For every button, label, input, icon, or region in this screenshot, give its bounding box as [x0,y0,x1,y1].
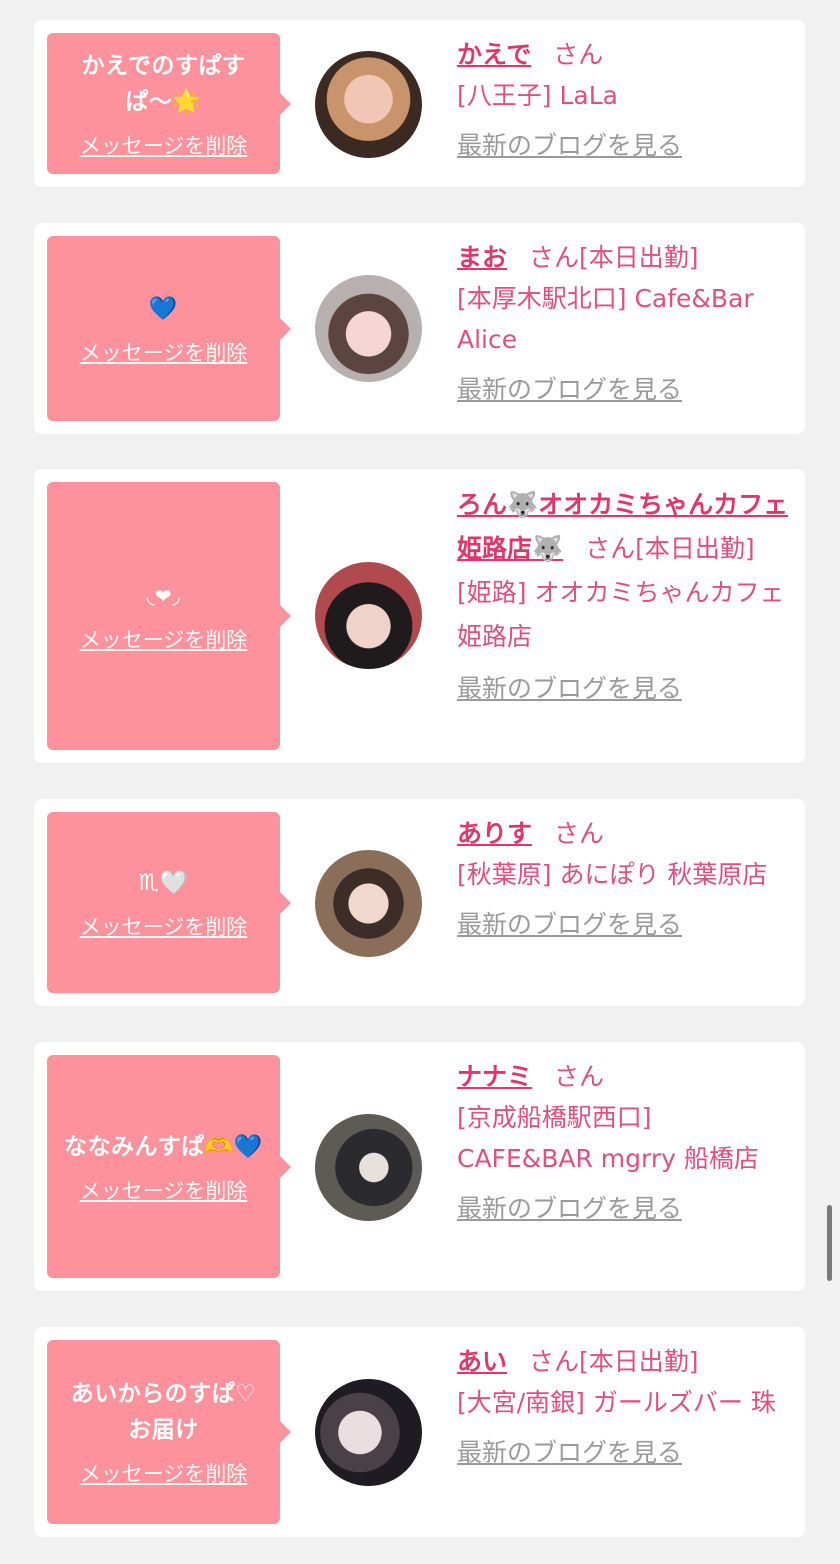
message-text: ななみんすぱ🫶💙 [64,1133,263,1160]
cast-name-link[interactable]: まお [457,243,507,272]
message-card: あいからのすぱ♡お届け メッセージを削除 あい さん[本日出勤] [大宮/南銀] … [34,1327,805,1537]
avatar[interactable] [315,562,422,669]
message-text: あいからのすぱ♡お届け [70,1381,257,1443]
message-card: ♏🤍 メッセージを削除 ありす さん [秋葉原] あにぽり 秋葉原店 最新のブログ… [34,799,805,1006]
blog-link[interactable]: 最新のブログを見る [457,372,792,408]
shop-name: [八王子] LaLa [457,81,618,110]
message-text: かえでのすぱすぱ〜🌟 [81,52,246,115]
cast-info: ありす さん [秋葉原] あにぽり 秋葉原店 最新のブログを見る [457,813,792,943]
avatar[interactable] [315,51,422,158]
cast-info: ナナミ さん [京成船橋駅西口] CAFE&BAR mgrry 船橋店 最新のブロ… [457,1056,792,1227]
delete-message-link[interactable]: メッセージを削除 [80,911,248,941]
shop-name: [本厚木駅北口] Cafe&Bar Alice [457,284,754,354]
blog-link[interactable]: 最新のブログを見る [457,907,792,943]
delete-message-link[interactable]: メッセージを削除 [80,1175,248,1205]
delete-message-link[interactable]: メッセージを削除 [80,1458,248,1488]
delete-message-link[interactable]: メッセージを削除 [80,624,248,654]
message-text: 💙 [148,295,179,322]
message-bubble: ◟❤︎◞ メッセージを削除 [47,482,291,750]
status-badge: [本日出勤] [635,534,755,563]
shop-name: [秋葉原] あにぽり 秋葉原店 [457,860,768,889]
honorific: さん [529,1347,580,1376]
avatar[interactable] [315,1379,422,1486]
cast-info: ろん🐺オオカミちゃんカフェ姫路店🐺 さん[本日出勤] [姫路] オオカミちゃんカフ… [457,483,792,707]
message-bubble: ♏🤍 メッセージを削除 [47,812,291,993]
message-card: 💙 メッセージを削除 まお さん[本日出勤] [本厚木駅北口] Cafe&Bar … [34,223,805,434]
honorific: さん [554,1062,605,1091]
cast-name-link[interactable]: ナナミ [457,1062,532,1091]
message-text: ◟❤︎◞ [146,584,181,608]
message-bubble: あいからのすぱ♡お届け メッセージを削除 [47,1340,291,1524]
shop-name: [大宮/南銀] ガールズバー 珠 [457,1388,776,1417]
cast-name-link[interactable]: あい [457,1347,507,1376]
blog-link[interactable]: 最新のブログを見る [457,671,792,707]
cast-info: かえで さん [八王子] LaLa 最新のブログを見る [457,34,792,164]
message-bubble: 💙 メッセージを削除 [47,236,291,421]
avatar[interactable] [315,850,422,957]
scrollbar[interactable] [827,1205,832,1281]
avatar[interactable] [315,1114,422,1221]
delete-message-link[interactable]: メッセージを削除 [80,337,248,367]
blog-link[interactable]: 最新のブログを見る [457,128,792,164]
honorific: さん [529,243,580,272]
message-bubble: かえでのすぱすぱ〜🌟 メッセージを削除 [47,33,291,174]
message-card: ◟❤︎◞ メッセージを削除 ろん🐺オオカミちゃんカフェ姫路店🐺 さん[本日出勤] … [34,469,805,763]
cast-info: あい さん[本日出勤] [大宮/南銀] ガールズバー 珠 最新のブログを見る [457,1341,792,1471]
honorific: さん [585,534,636,563]
blog-link[interactable]: 最新のブログを見る [457,1191,792,1227]
cast-name-link[interactable]: かえで [457,40,531,69]
message-card: かえでのすぱすぱ〜🌟 メッセージを削除 かえで さん [八王子] LaLa 最新の… [34,20,805,187]
message-card: ななみんすぱ🫶💙 メッセージを削除 ナナミ さん [京成船橋駅西口] CAFE&B… [34,1042,805,1291]
honorific: さん [554,819,605,848]
honorific: さん [553,40,604,69]
message-text: ♏🤍 [138,869,189,896]
status-badge: [本日出勤] [579,1347,699,1376]
delete-message-link[interactable]: メッセージを削除 [80,130,248,160]
cast-name-link[interactable]: ありす [457,819,532,848]
status-badge: [本日出勤] [579,243,699,272]
message-bubble: ななみんすぱ🫶💙 メッセージを削除 [47,1055,291,1278]
shop-name: [姫路] オオカミちゃんカフェ姫路店 [457,578,785,651]
cast-info: まお さん[本日出勤] [本厚木駅北口] Cafe&Bar Alice 最新のブロ… [457,237,792,408]
blog-link[interactable]: 最新のブログを見る [457,1435,792,1471]
avatar[interactable] [315,275,422,382]
shop-name: [京成船橋駅西口] CAFE&BAR mgrry 船橋店 [457,1103,759,1173]
